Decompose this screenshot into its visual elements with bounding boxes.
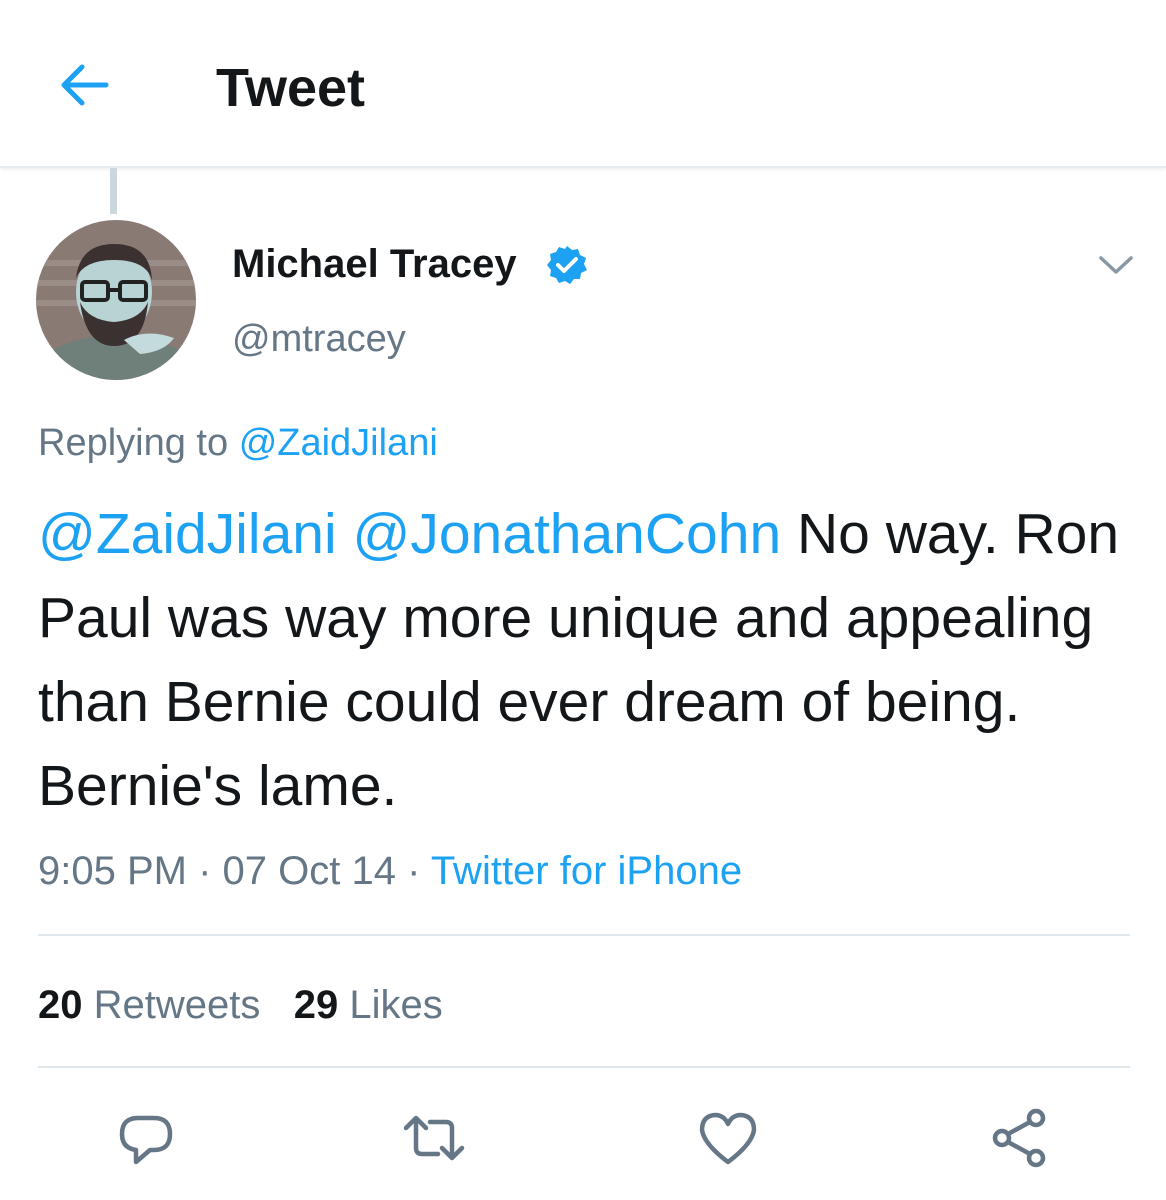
mention-link[interactable]: @ZaidJilani bbox=[38, 502, 337, 566]
author-name[interactable]: Michael Tracey bbox=[232, 240, 517, 288]
replying-to-link[interactable]: @ZaidJilani bbox=[239, 422, 438, 464]
likes-stat[interactable]: 29 Likes bbox=[294, 983, 443, 1027]
tweet-meta: 9:05 PM · 07 Oct 14 · Twitter for iPhone bbox=[38, 846, 742, 896]
replying-prefix: Replying to bbox=[38, 422, 229, 464]
meta-separator: · bbox=[198, 849, 212, 893]
tweet-text: @ZaidJilani @JonathanCohn No way. Ron Pa… bbox=[38, 492, 1138, 828]
tweet-time: 9:05 PM bbox=[38, 849, 187, 893]
mention-link[interactable]: @JonathanCohn bbox=[352, 502, 781, 566]
retweets-count: 20 bbox=[38, 983, 83, 1027]
tweet-date: 07 Oct 14 bbox=[222, 849, 396, 893]
retweets-label: Retweets bbox=[93, 983, 261, 1027]
likes-label: Likes bbox=[349, 983, 443, 1027]
thread-connector bbox=[110, 168, 117, 214]
avatar-image bbox=[36, 220, 196, 380]
retweets-stat[interactable]: 20 Retweets bbox=[38, 983, 260, 1027]
page-title: Tweet bbox=[216, 58, 366, 118]
like-icon[interactable] bbox=[696, 1106, 760, 1170]
replying-to: Replying to @ZaidJilani bbox=[38, 420, 438, 466]
divider bbox=[38, 934, 1130, 936]
author-handle[interactable]: @mtracey bbox=[232, 316, 406, 362]
verified-badge-icon bbox=[547, 246, 587, 284]
retweet-icon[interactable] bbox=[402, 1106, 466, 1170]
meta-separator: · bbox=[407, 849, 421, 893]
divider bbox=[38, 1066, 1130, 1068]
arrow-left-icon[interactable] bbox=[56, 60, 112, 110]
tweet-stats: 20 Retweets 29 Likes bbox=[38, 980, 443, 1030]
share-icon[interactable] bbox=[988, 1106, 1052, 1170]
avatar[interactable] bbox=[36, 220, 196, 380]
top-bar: Tweet bbox=[0, 0, 1166, 168]
reply-icon[interactable] bbox=[114, 1106, 178, 1170]
chevron-down-icon[interactable] bbox=[1098, 254, 1134, 276]
likes-count: 29 bbox=[293, 983, 339, 1027]
tweet-source-link[interactable]: Twitter for iPhone bbox=[431, 849, 742, 893]
